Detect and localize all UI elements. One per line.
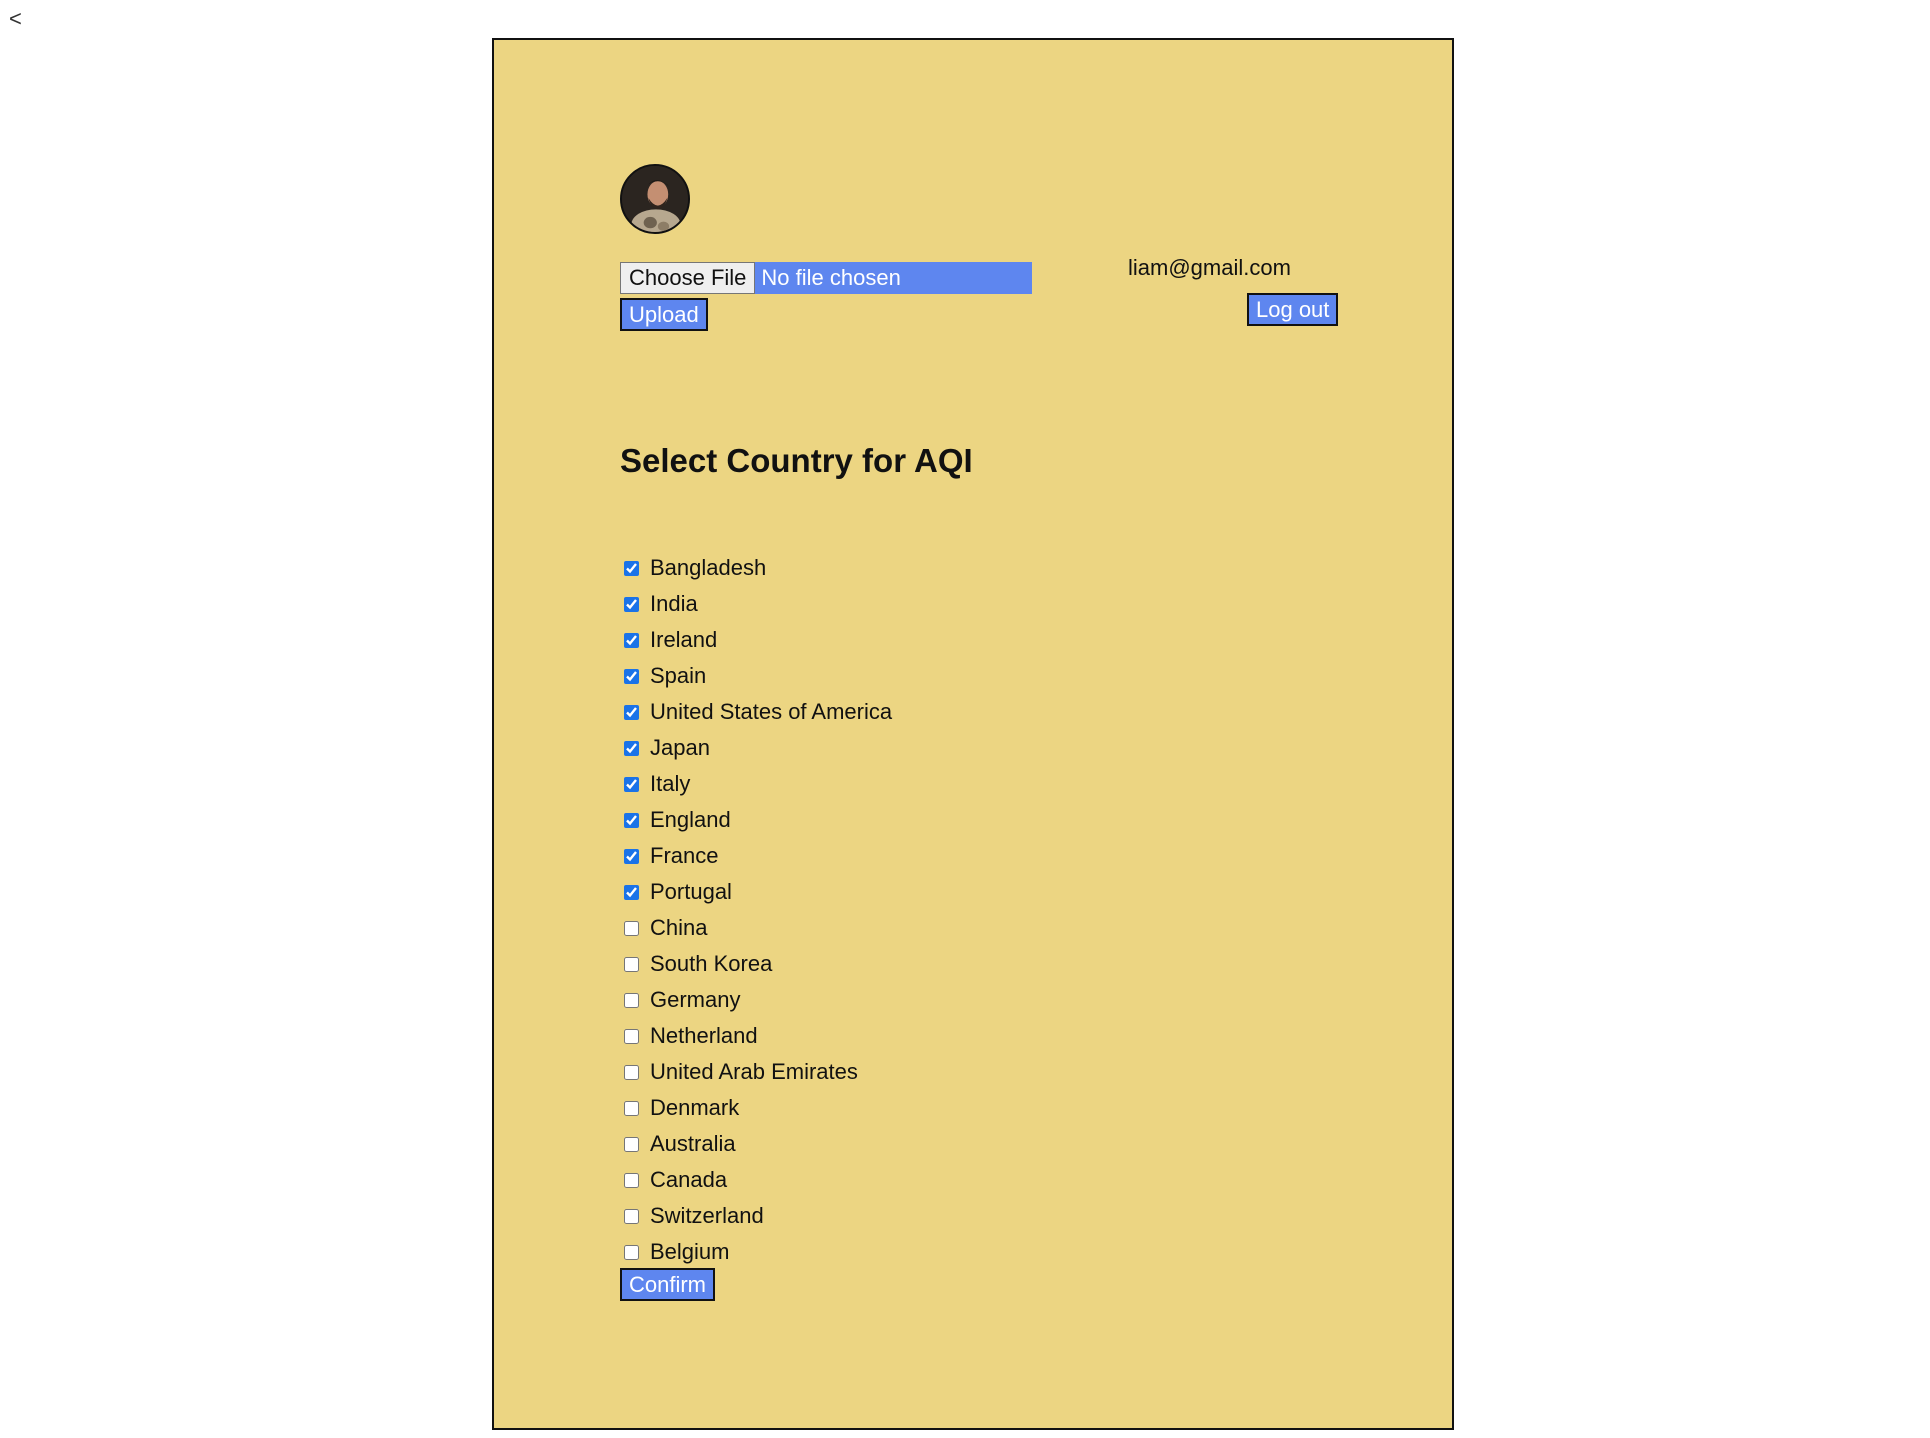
back-link[interactable]: < xyxy=(9,6,22,32)
country-checkbox[interactable] xyxy=(624,920,639,936)
country-label: United States of America xyxy=(650,699,893,724)
avatar xyxy=(620,164,690,234)
country-label: Germany xyxy=(650,987,741,1012)
page-title: Select Country for AQI xyxy=(620,442,973,479)
country-checkbox[interactable] xyxy=(624,992,639,1008)
country-checkbox[interactable] xyxy=(624,776,639,792)
country-label: Spain xyxy=(650,663,707,688)
country-label: India xyxy=(650,591,698,616)
country-label: England xyxy=(650,807,731,832)
country-label: South Korea xyxy=(650,951,773,976)
country-label: Switzerland xyxy=(650,1203,764,1228)
country-item: Italy xyxy=(620,766,892,802)
country-checkbox[interactable] xyxy=(624,1028,639,1044)
country-item: France xyxy=(620,838,892,874)
country-item: Japan xyxy=(620,730,892,766)
country-checkbox[interactable] xyxy=(624,884,639,900)
user-email: liam@gmail.com xyxy=(1128,255,1291,280)
country-checkbox[interactable] xyxy=(624,848,639,864)
country-item: Bangladesh xyxy=(620,550,892,586)
country-checkbox[interactable] xyxy=(624,1172,639,1188)
country-item: Australia xyxy=(620,1126,892,1162)
country-item: England xyxy=(620,802,892,838)
country-checkbox[interactable] xyxy=(624,812,639,828)
country-item: Denmark xyxy=(620,1090,892,1126)
country-item: Canada xyxy=(620,1162,892,1198)
country-checkbox[interactable] xyxy=(624,560,639,576)
country-checkbox[interactable] xyxy=(624,1100,639,1116)
country-label: France xyxy=(650,843,719,868)
country-item: China xyxy=(620,910,892,946)
country-item: United States of America xyxy=(620,694,892,730)
profile-panel: Choose File No file chosen Upload liam@g… xyxy=(492,38,1454,1430)
country-checkbox[interactable] xyxy=(624,632,639,648)
country-label: Ireland xyxy=(650,627,718,652)
country-item: Ireland xyxy=(620,622,892,658)
country-label: Belgium xyxy=(650,1239,730,1264)
upload-button[interactable]: Upload xyxy=(620,298,708,331)
country-checkbox[interactable] xyxy=(624,1244,639,1260)
country-label: China xyxy=(650,915,708,940)
country-label: Italy xyxy=(650,771,691,796)
logout-button[interactable]: Log out xyxy=(1247,293,1339,326)
country-list: Bangladesh India Ireland Spain United States… xyxy=(620,550,892,1270)
country-checkbox[interactable] xyxy=(624,1208,639,1224)
country-checkbox[interactable] xyxy=(624,1136,639,1152)
country-item: Germany xyxy=(620,982,892,1018)
country-item: Portugal xyxy=(620,874,892,910)
country-item: Switzerland xyxy=(620,1198,892,1234)
country-label: Japan xyxy=(650,735,710,760)
user-avatar-icon xyxy=(622,166,688,232)
choose-file-button[interactable]: Choose File xyxy=(620,262,756,294)
country-item: Belgium xyxy=(620,1234,892,1270)
country-item: Spain xyxy=(620,658,892,694)
country-item: India xyxy=(620,586,892,622)
country-item: Netherland xyxy=(620,1018,892,1054)
country-checkbox[interactable] xyxy=(624,596,639,612)
country-checkbox[interactable] xyxy=(624,956,639,972)
country-checkbox[interactable] xyxy=(624,1064,639,1080)
country-label: Portugal xyxy=(650,879,732,904)
country-label: Netherland xyxy=(650,1023,758,1048)
country-label: United Arab Emirates xyxy=(650,1059,858,1084)
country-checkbox[interactable] xyxy=(624,740,639,756)
file-picker[interactable]: Choose File No file chosen xyxy=(620,262,1032,294)
country-label: Australia xyxy=(650,1131,736,1156)
country-checkbox[interactable] xyxy=(624,668,639,684)
country-item: United Arab Emirates xyxy=(620,1054,892,1090)
country-item: South Korea xyxy=(620,946,892,982)
confirm-button[interactable]: Confirm xyxy=(620,1268,716,1301)
country-label: Bangladesh xyxy=(650,555,767,580)
country-label: Canada xyxy=(650,1167,728,1192)
file-status-text: No file chosen xyxy=(761,265,901,290)
country-label: Denmark xyxy=(650,1095,740,1120)
country-checkbox[interactable] xyxy=(624,704,639,720)
